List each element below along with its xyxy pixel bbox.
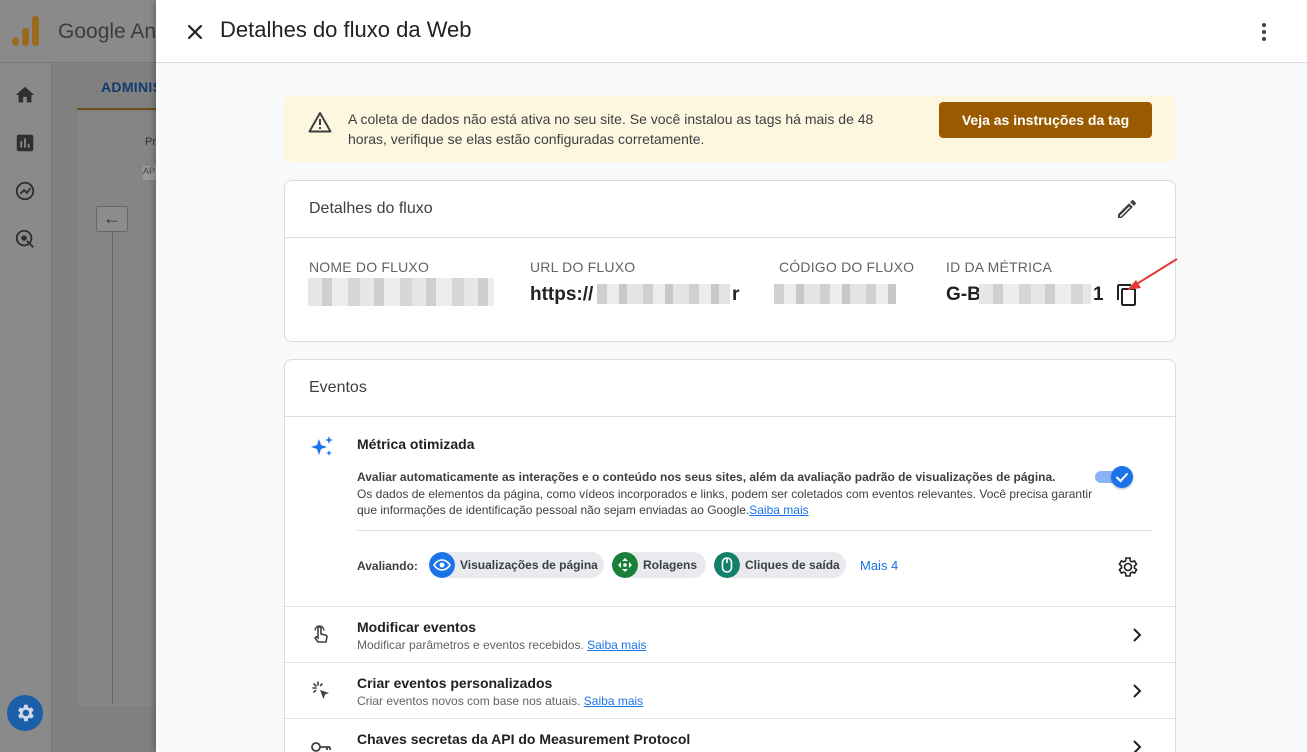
learn-more-link[interactable]: Saiba mais — [587, 638, 646, 652]
stream-url-suffix: r — [732, 284, 740, 305]
admin-tab[interactable]: ADMINIS — [101, 79, 162, 95]
row-subtitle-text: Criar eventos novos com base nos atuais. — [357, 694, 581, 708]
learn-more-link[interactable]: Saiba mais — [584, 694, 643, 708]
chip-label: Rolagens — [643, 558, 698, 572]
admin-tab-underline — [77, 108, 167, 110]
stream-name-value-redacted — [308, 278, 494, 306]
property-field: AP — [143, 166, 157, 180]
enhanced-measurement-description: Os dados de elementos da página, como ví… — [357, 486, 1097, 518]
chip-scrolls[interactable]: Rolagens — [612, 552, 706, 578]
annotation-arrow-icon — [1127, 258, 1178, 290]
explore-icon[interactable] — [14, 180, 36, 202]
chevron-right-icon — [1133, 684, 1142, 698]
row-subtitle: Criar eventos novos com base nos atuais.… — [357, 694, 643, 708]
events-header: Eventos — [285, 360, 1175, 417]
web-stream-details-sheet: Detalhes do fluxo da Web A coleta de dad… — [156, 0, 1307, 752]
data-collection-warning-banner: A coleta de dados não está ativa no seu … — [284, 96, 1175, 162]
tag-instructions-button[interactable]: Veja as instruções da tag — [939, 102, 1152, 138]
analytics-logo-icon — [12, 16, 40, 46]
brand-name: Google An — [58, 20, 157, 43]
edit-pencil-icon[interactable] — [1115, 197, 1139, 221]
row-title: Chaves secretas da API do Measurement Pr… — [357, 731, 691, 747]
left-nav — [0, 63, 52, 752]
toggle-knob — [1111, 466, 1133, 488]
metric-id-label: ID DA MÉTRICA — [946, 259, 1053, 275]
divider — [357, 530, 1152, 531]
more-events-link[interactable]: Mais 4 — [860, 558, 898, 573]
home-icon[interactable] — [14, 84, 36, 106]
chevron-right-icon — [1133, 740, 1142, 752]
events-title: Eventos — [309, 379, 367, 396]
touch-icon — [313, 625, 328, 643]
row-title: Criar eventos personalizados — [357, 675, 553, 691]
check-icon — [1116, 473, 1128, 483]
stream-details-header: Detalhes do fluxo — [285, 181, 1175, 238]
row-title: Modificar eventos — [357, 619, 477, 635]
settings-gear-icon[interactable] — [1115, 555, 1139, 579]
back-arrow-icon[interactable]: ← — [96, 206, 128, 232]
move-icon — [612, 552, 638, 578]
chip-label: Visualizações de página — [460, 558, 598, 572]
chip-outbound-clicks[interactable]: Cliques de saída — [714, 552, 846, 578]
stream-details-card: Detalhes do fluxo NOME DO FLUXO URL DO F… — [284, 180, 1178, 342]
chevron-right-icon — [1133, 628, 1142, 642]
stream-url-prefix: https:// — [530, 284, 594, 305]
learn-more-link[interactable]: Saiba mais — [749, 503, 808, 517]
advertising-icon[interactable] — [14, 228, 36, 250]
eye-icon — [429, 552, 455, 578]
sparkle-icon — [311, 436, 333, 456]
enhanced-measurement-desc-text: Os dados de elementos da página, como ví… — [357, 487, 1093, 517]
metric-id-redacted — [979, 284, 1091, 304]
row-modify-events[interactable]: Modificar eventos Modificar parâmetros e… — [285, 606, 1175, 662]
stream-url-label: URL DO FLUXO — [530, 259, 636, 275]
sparkle-click-icon — [312, 681, 329, 699]
row-create-custom-events[interactable]: Criar eventos personalizados Criar event… — [285, 662, 1175, 718]
stream-name-label: NOME DO FLUXO — [309, 259, 430, 275]
events-card: Eventos Métrica otimizada Avaliar automa… — [284, 359, 1176, 752]
panel-divider — [112, 232, 113, 704]
evaluating-label: Avaliando: — [357, 559, 418, 573]
sheet-header: Detalhes do fluxo da Web — [156, 0, 1307, 63]
sheet-content[interactable]: A coleta de dados não está ativa no seu … — [156, 63, 1307, 752]
warning-icon — [308, 112, 332, 133]
stream-code-redacted — [774, 284, 896, 304]
admin-panel — [77, 112, 167, 706]
stream-url-redacted — [597, 284, 730, 304]
row-subtitle: Modificar parâmetros e eventos recebidos… — [357, 638, 647, 652]
settings-gear-icon — [18, 704, 34, 722]
property-label: Pr — [145, 136, 156, 148]
admin-settings-button[interactable] — [7, 695, 43, 731]
row-measurement-protocol-secrets[interactable]: Chaves secretas da API do Measurement Pr… — [285, 718, 1175, 752]
metric-id-prefix: G-B — [946, 284, 981, 305]
chip-label: Cliques de saída — [745, 558, 840, 572]
enhanced-measurement-summary: Avaliar automaticamente as interações e … — [357, 470, 1056, 484]
banner-message: A coleta de dados não está ativa no seu … — [348, 111, 874, 147]
close-icon[interactable] — [180, 17, 210, 47]
sheet-title: Detalhes do fluxo da Web — [220, 17, 472, 42]
key-icon — [311, 742, 331, 752]
enhanced-measurement-toggle[interactable] — [1095, 466, 1133, 488]
metric-id-suffix: 1 — [1093, 284, 1104, 305]
reports-icon[interactable] — [14, 132, 36, 154]
more-vert-icon[interactable] — [1252, 17, 1276, 47]
chip-page-views[interactable]: Visualizações de página — [429, 552, 604, 578]
row-subtitle-text: Modificar parâmetros e eventos recebidos… — [357, 638, 584, 652]
mouse-icon — [714, 552, 740, 578]
stream-code-label: CÓDIGO DO FLUXO — [779, 259, 915, 275]
stream-details-title: Detalhes do fluxo — [309, 200, 433, 217]
enhanced-measurement-title: Métrica otimizada — [357, 436, 475, 452]
